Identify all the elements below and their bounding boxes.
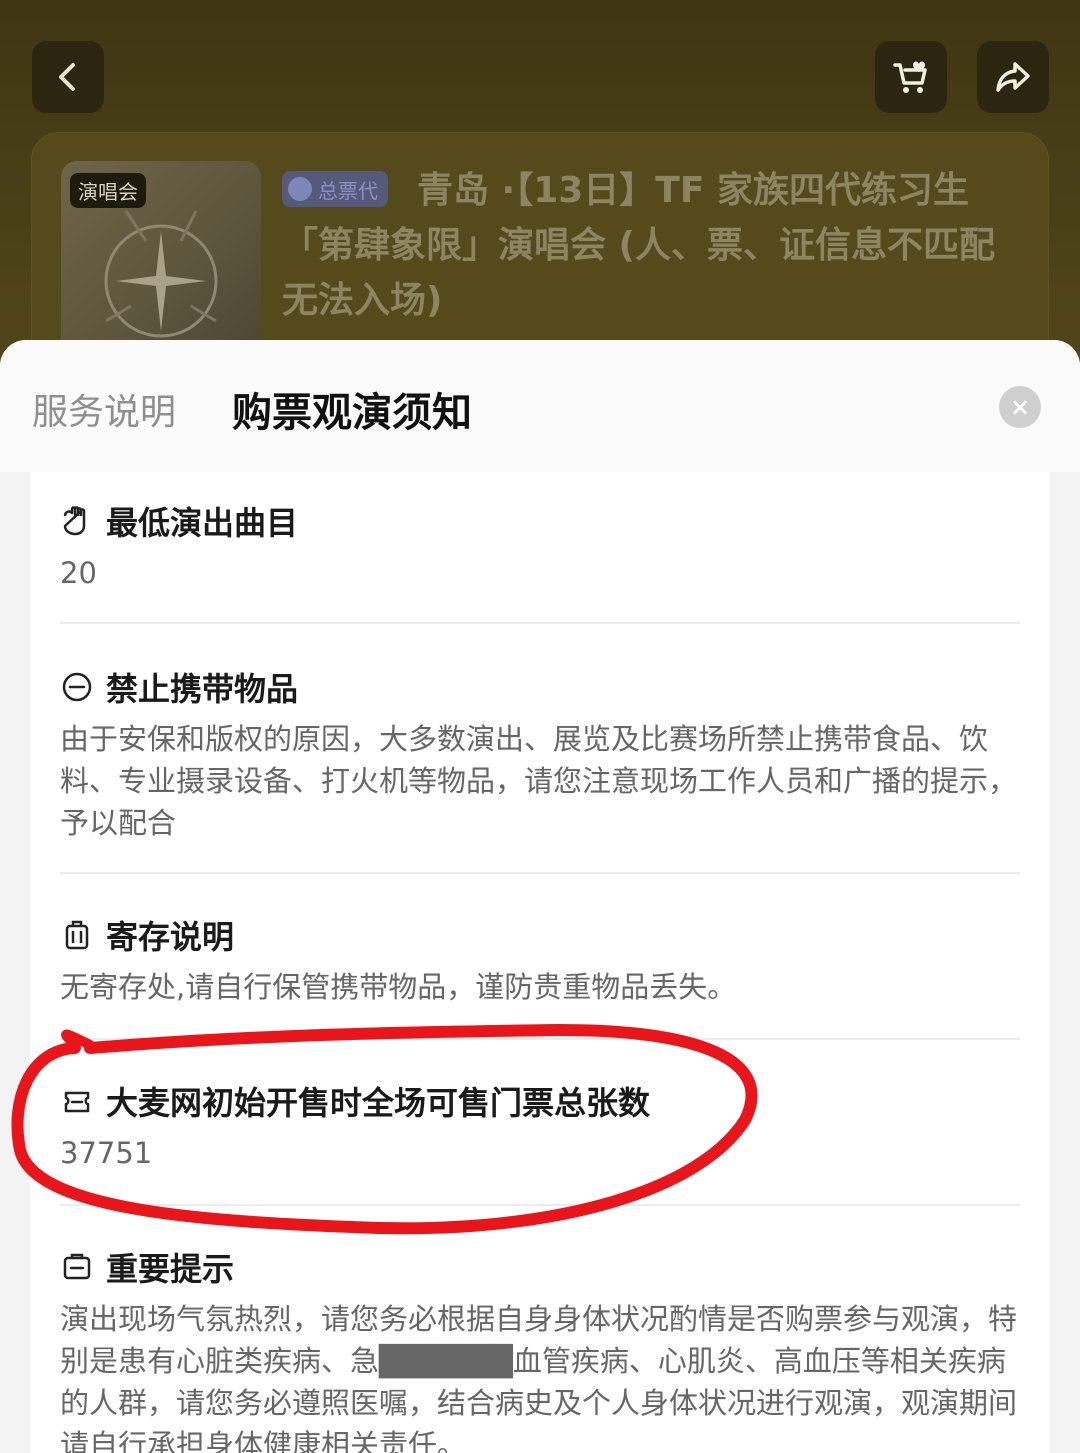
section-title-text: 大麦网初始开售时全场可售门票总张数 [106,1084,651,1122]
section-title-text: 寄存说明 [106,918,235,956]
section-body: 演出现场气氛热烈，请您务必根据自身身体状况酌情是否购票参与观演，特别是患有心脏类… [60,1302,1018,1453]
cart-icon [893,61,927,93]
divider [60,622,1020,624]
section-title: 寄存说明 [60,912,234,958]
chevron-left-icon [59,63,75,91]
notice-content[interactable]: 最低演出曲目 20 禁止携带物品 由于安保和版权的原因，大多数演出、展览及比赛场… [30,472,1050,1453]
share-icon [996,62,1030,92]
close-icon: × [1009,393,1031,421]
event-header-overlay: 演唱会 总票代 青岛 ·【13日】TF 家族四代练习生「第肆象限」演唱会 (人、… [0,0,1080,392]
section-body: 由于安保和版权的原因，大多数演出、展览及比赛场所禁止携带食品、饮料、专业摄录设备… [60,722,1018,840]
divider [60,872,1020,874]
section-body: 无寄存处,请自行保管携带物品，谨防贵重物品丢失。 [60,970,737,1004]
section-title: 大麦网初始开售时全场可售门票总张数 [60,1078,650,1124]
section-title: 禁止携带物品 [60,664,298,710]
section-title-text: 重要提示 [106,1250,235,1288]
poster-category-tag: 演唱会 [70,173,146,208]
event-title: 青岛 ·【13日】TF 家族四代练习生「第肆象限」演唱会 (人、票、证信息不匹配… [282,170,995,321]
close-button[interactable]: × [999,386,1041,428]
luggage-icon [65,920,89,950]
section-title: 最低演出曲目 [60,498,298,544]
cart-button[interactable] [875,41,947,113]
divider [60,1038,1020,1040]
section-title: 重要提示 [60,1244,234,1290]
section-body: 37751 [60,1136,153,1170]
section-body: 20 [60,556,97,590]
share-button[interactable] [977,41,1049,113]
section-title-text: 禁止携带物品 [106,670,299,708]
event-poster: 演唱会 [61,161,261,361]
notice-icon [63,1253,91,1280]
section-title-text: 最低演出曲目 [106,504,299,542]
back-button[interactable] [32,41,104,113]
notice-sheet: 服务说明 购票观演须知 × 最低演出曲目 20 禁止携带物品 由于安保和版权的原… [0,340,1080,1453]
poster-artwork [104,210,218,338]
divider [60,1204,1020,1206]
tab-service-description[interactable]: 服务说明 [32,383,176,435]
sheet-header: 服务说明 购票观演须知 × [0,340,1080,472]
tab-purchase-notice[interactable]: 购票观演须知 [232,380,472,438]
no-entry-icon [62,672,92,702]
ticket-icon [64,1091,90,1113]
microphone-icon [63,506,86,536]
